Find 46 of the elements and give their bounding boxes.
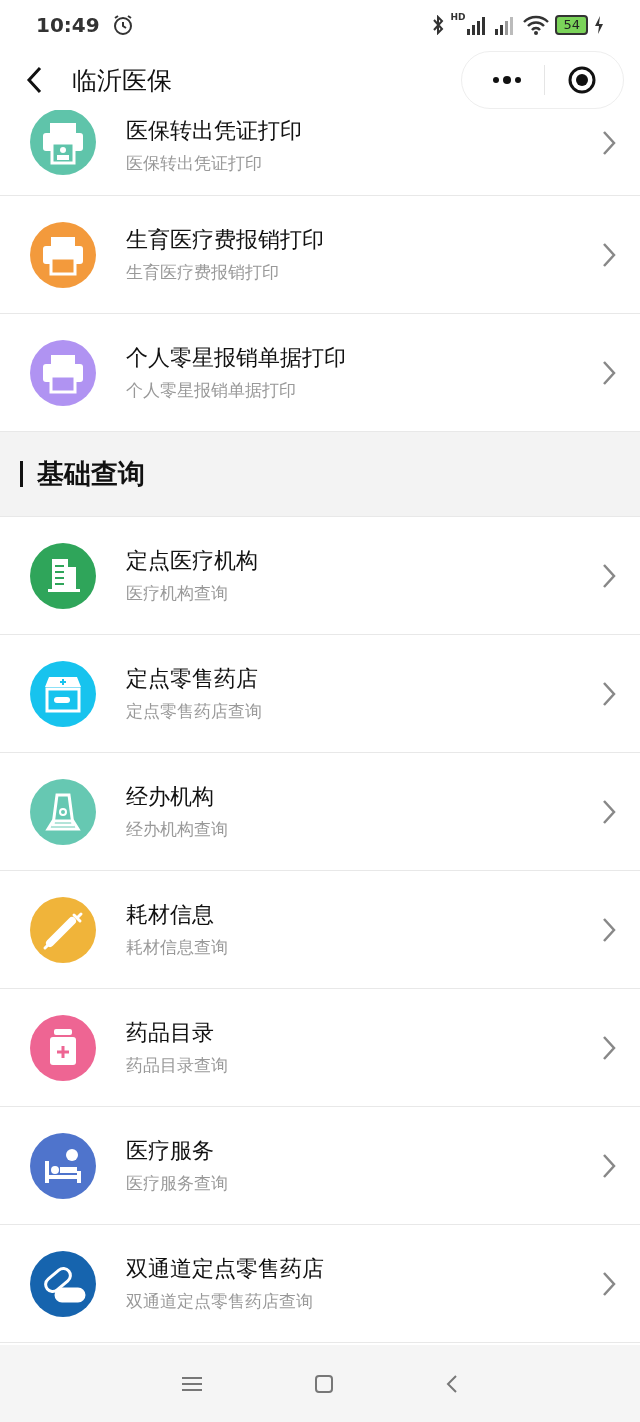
item-subtitle: 药品目录查询 <box>126 1054 229 1077</box>
item-title: 医疗服务 <box>126 1137 215 1165</box>
item-subtitle: 经办机构查询 <box>126 818 229 841</box>
home-icon[interactable] <box>314 1373 334 1394</box>
item-subtitle: 医疗机构查询 <box>126 582 229 605</box>
item-title: 定点零售药店 <box>126 665 259 693</box>
item-subtitle: 医保转出凭证打印 <box>126 152 263 175</box>
item-title: 耗材信息 <box>126 901 215 929</box>
chevron-icon <box>602 798 616 825</box>
chevron-icon <box>602 916 616 943</box>
item-title: 生育医疗费报销打印 <box>126 226 325 254</box>
menu-icon[interactable] <box>182 1375 202 1392</box>
section-title: 基础查询 <box>37 457 145 491</box>
wifi-icon <box>523 15 550 35</box>
chevron-icon <box>602 1152 616 1179</box>
network-label: HD <box>450 12 466 22</box>
item-subtitle: 双通道定点零售药店查询 <box>126 1290 314 1313</box>
chevron-icon <box>602 1270 616 1297</box>
item-title: 双通道定点零售药店 <box>126 1255 325 1283</box>
item-title: 定点医疗机构 <box>126 547 259 575</box>
list-item[interactable]: 医保转出凭证打印 医保转出凭证打印 <box>0 110 640 196</box>
item-subtitle: 定点零售药店查询 <box>126 700 263 723</box>
item-title: 医保转出凭证打印 <box>126 117 303 145</box>
page-title: 临沂医保 <box>72 64 172 97</box>
item-subtitle: 个人零星报销单据打印 <box>126 379 297 402</box>
charging-icon <box>594 16 604 34</box>
battery-indicator: 54 <box>555 15 588 35</box>
item-subtitle: 生育医疗费报销打印 <box>126 261 280 284</box>
chevron-icon <box>602 680 616 707</box>
chevron-icon <box>602 562 616 589</box>
item-subtitle: 耗材信息查询 <box>126 936 229 959</box>
alarm-icon <box>111 14 134 36</box>
chevron-icon <box>602 359 616 386</box>
close-icon[interactable] <box>567 65 597 95</box>
item-title: 经办机构 <box>126 783 215 811</box>
chevron-icon <box>602 241 616 268</box>
back-icon[interactable] <box>26 66 42 94</box>
bluetooth-icon <box>432 15 445 35</box>
status-time: 10:49 <box>36 13 100 37</box>
item-title: 药品目录 <box>126 1019 215 1047</box>
item-title: 个人零星报销单据打印 <box>126 344 347 372</box>
item-subtitle: 医疗服务查询 <box>126 1172 229 1195</box>
chevron-icon <box>602 129 616 156</box>
more-icon[interactable] <box>492 75 522 85</box>
chevron-icon <box>602 1034 616 1061</box>
section-marker <box>20 461 23 487</box>
